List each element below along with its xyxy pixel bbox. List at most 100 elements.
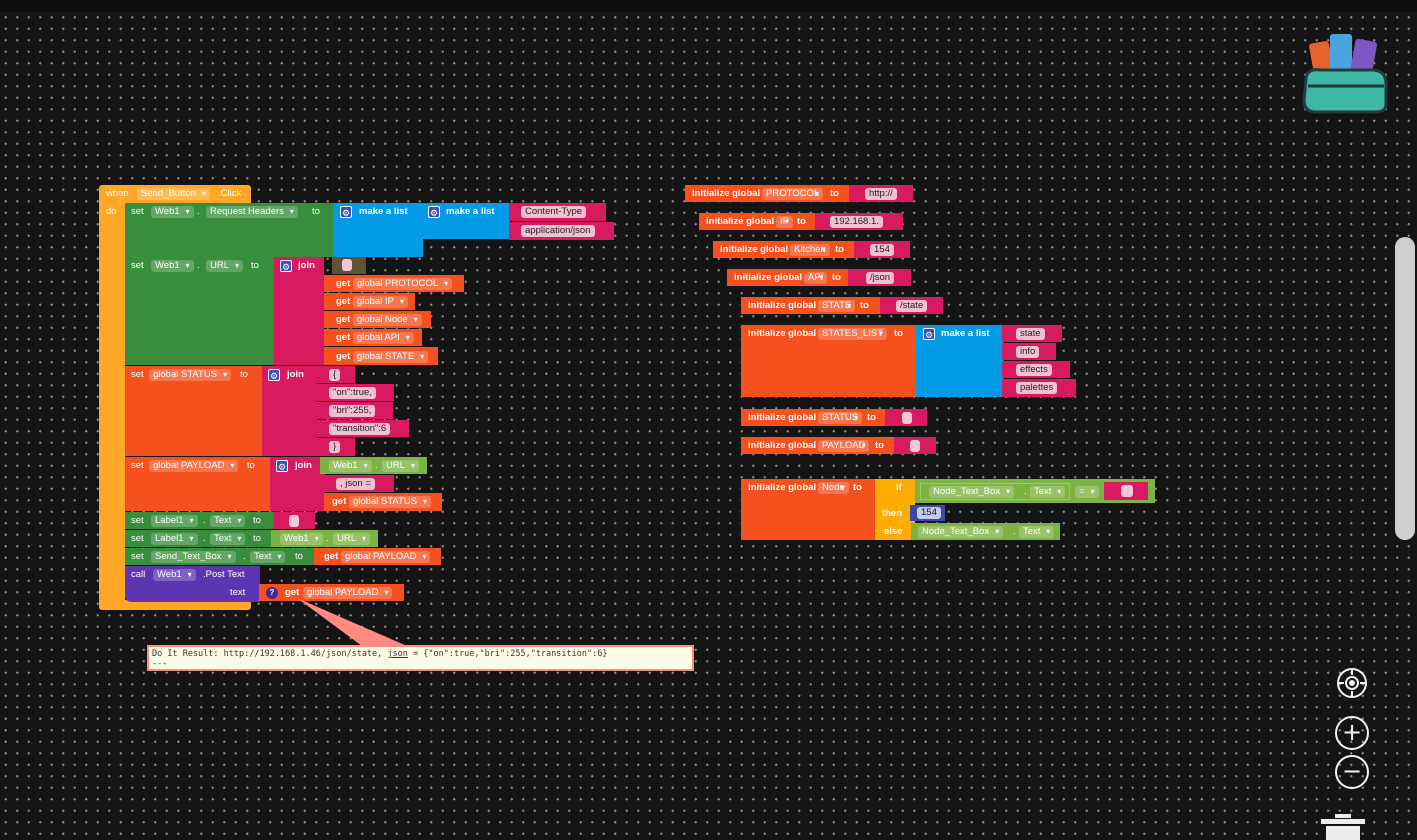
backpack-icon[interactable]	[1298, 28, 1394, 116]
text-literal[interactable]: "bri":255,	[329, 405, 376, 417]
variable-dropdown[interactable]: global PROTOCOL	[353, 278, 453, 290]
component-dropdown[interactable]: Web1	[153, 569, 196, 581]
variable-name-field[interactable]: Node	[818, 482, 849, 494]
event-name-label: .Click	[218, 188, 242, 199]
get-label: get	[336, 351, 351, 362]
component-dropdown[interactable]: Label1	[151, 515, 198, 527]
zoom-out-button[interactable]: −	[1335, 755, 1369, 789]
property-dropdown[interactable]: Text	[210, 515, 246, 527]
to-label: to	[253, 515, 261, 526]
component-dropdown[interactable]: Send_Text_Box	[151, 551, 236, 563]
operator-dropdown[interactable]: =	[1075, 486, 1099, 498]
text-literal[interactable]: "transition":6	[329, 423, 391, 435]
text-literal[interactable]: 154	[870, 244, 894, 256]
variable-name-field[interactable]: PAYLOAD	[818, 440, 870, 452]
variable-dropdown[interactable]: global STATUS	[149, 369, 232, 381]
set-label: set	[131, 369, 144, 380]
init-label: initialize global	[748, 328, 817, 339]
set-label: set	[131, 515, 144, 526]
variable-name-field[interactable]: IP	[776, 216, 793, 228]
variable-dropdown[interactable]: global PAYLOAD	[341, 551, 431, 563]
property-dropdown[interactable]: URL	[333, 533, 371, 545]
property-dropdown[interactable]: Request Headers	[206, 206, 298, 218]
to-label: to	[867, 412, 876, 423]
get-label: get	[336, 332, 351, 343]
property-dropdown[interactable]: Text	[1019, 526, 1055, 538]
mutator-gear-icon[interactable]: ⚙	[276, 460, 288, 472]
variable-name-field[interactable]: PROTOCOL	[762, 188, 824, 200]
component-dropdown[interactable]: Node_Text_Box	[918, 526, 1004, 538]
text-literal[interactable]: state	[1016, 328, 1045, 340]
vertical-scrollbar[interactable]	[1395, 237, 1415, 540]
join-block[interactable]	[274, 257, 324, 365]
property-dropdown[interactable]: URL	[206, 260, 244, 272]
variable-dropdown[interactable]: global Node	[353, 314, 422, 326]
variable-dropdown[interactable]: global STATUS	[349, 496, 432, 508]
to-label: to	[853, 482, 862, 493]
text-literal[interactable]: "on":true,	[329, 387, 376, 399]
variable-name-field[interactable]: STATES_LIST	[818, 328, 887, 340]
property-dropdown[interactable]: Text	[250, 551, 286, 563]
text-literal[interactable]: }	[329, 441, 341, 453]
text-literal[interactable]: {	[329, 369, 341, 381]
init-label: initialize global	[748, 440, 817, 451]
number-literal[interactable]: 154	[917, 507, 941, 519]
component-dropdown[interactable]: Label1	[151, 533, 198, 545]
mutator-gear-icon[interactable]: ⚙	[340, 206, 352, 218]
to-label: to	[240, 369, 248, 380]
text-literal[interactable]	[902, 412, 912, 424]
component-dropdown[interactable]: Node_Text_Box	[929, 486, 1015, 498]
mutator-gear-icon[interactable]: ⚙	[280, 260, 292, 272]
text-literal[interactable]: /state	[896, 300, 928, 312]
make-list-label: make a list	[446, 206, 495, 217]
variable-name-field[interactable]: STATE	[818, 300, 856, 312]
text-literal[interactable]: , json =	[336, 478, 375, 490]
variable-dropdown[interactable]: global STATE	[353, 351, 429, 363]
result-separator: ---	[152, 659, 168, 669]
mutator-gear-icon[interactable]: ⚙	[428, 206, 440, 218]
get-label: get	[324, 551, 339, 562]
text-literal[interactable]: 192.168.1.	[830, 216, 883, 228]
component-dropdown[interactable]: Web1	[151, 206, 194, 218]
init-label: initialize global	[720, 244, 789, 255]
text-literal[interactable]	[1121, 485, 1133, 497]
variable-dropdown[interactable]: global IP	[353, 296, 408, 308]
text-literal[interactable]: effects	[1016, 364, 1052, 376]
text-literal[interactable]: application/json	[521, 225, 595, 237]
set-url-block[interactable]	[125, 257, 275, 365]
mutator-gear-icon[interactable]: ⚙	[923, 328, 935, 340]
mutator-gear-icon[interactable]: ⚙	[268, 369, 280, 381]
recenter-button[interactable]	[1337, 668, 1367, 698]
text-literal[interactable]: Content-Type	[521, 206, 587, 218]
argument-label: text	[230, 587, 246, 598]
variable-name-field[interactable]: API	[804, 272, 828, 284]
help-icon[interactable]: ?	[266, 587, 278, 599]
property-dropdown[interactable]: Text	[1030, 486, 1066, 498]
component-dropdown[interactable]: Web1	[329, 460, 372, 472]
trash-icon[interactable]	[1318, 814, 1368, 840]
to-label: to	[832, 272, 841, 283]
text-literal[interactable]	[342, 259, 352, 271]
init-label: initialize global	[734, 272, 803, 283]
dot: .	[1013, 526, 1016, 537]
text-literal[interactable]	[910, 440, 920, 452]
component-dropdown[interactable]: Web1	[280, 533, 323, 545]
variable-name-field[interactable]: Kitchen	[790, 244, 830, 256]
zoom-in-button[interactable]: +	[1335, 716, 1369, 750]
text-literal[interactable]	[289, 515, 299, 527]
text-literal[interactable]: http://	[865, 188, 897, 200]
component-dropdown[interactable]: Web1	[151, 260, 194, 272]
then-label: then	[882, 508, 903, 519]
text-literal[interactable]: palettes	[1016, 382, 1058, 394]
text-literal[interactable]: info	[1016, 346, 1040, 358]
property-dropdown[interactable]: Text	[210, 533, 246, 545]
if-label: if	[896, 482, 902, 493]
text-literal[interactable]: /json	[866, 272, 895, 284]
property-dropdown[interactable]: URL	[382, 460, 420, 472]
event-component-dropdown[interactable]: Send_Button	[137, 188, 210, 200]
init-label: initialize global	[748, 300, 817, 311]
variable-name-field[interactable]: STATUS	[818, 412, 863, 424]
top-bar	[0, 0, 1417, 12]
variable-dropdown[interactable]: global API	[353, 332, 414, 344]
variable-dropdown[interactable]: global PAYLOAD	[149, 460, 239, 472]
